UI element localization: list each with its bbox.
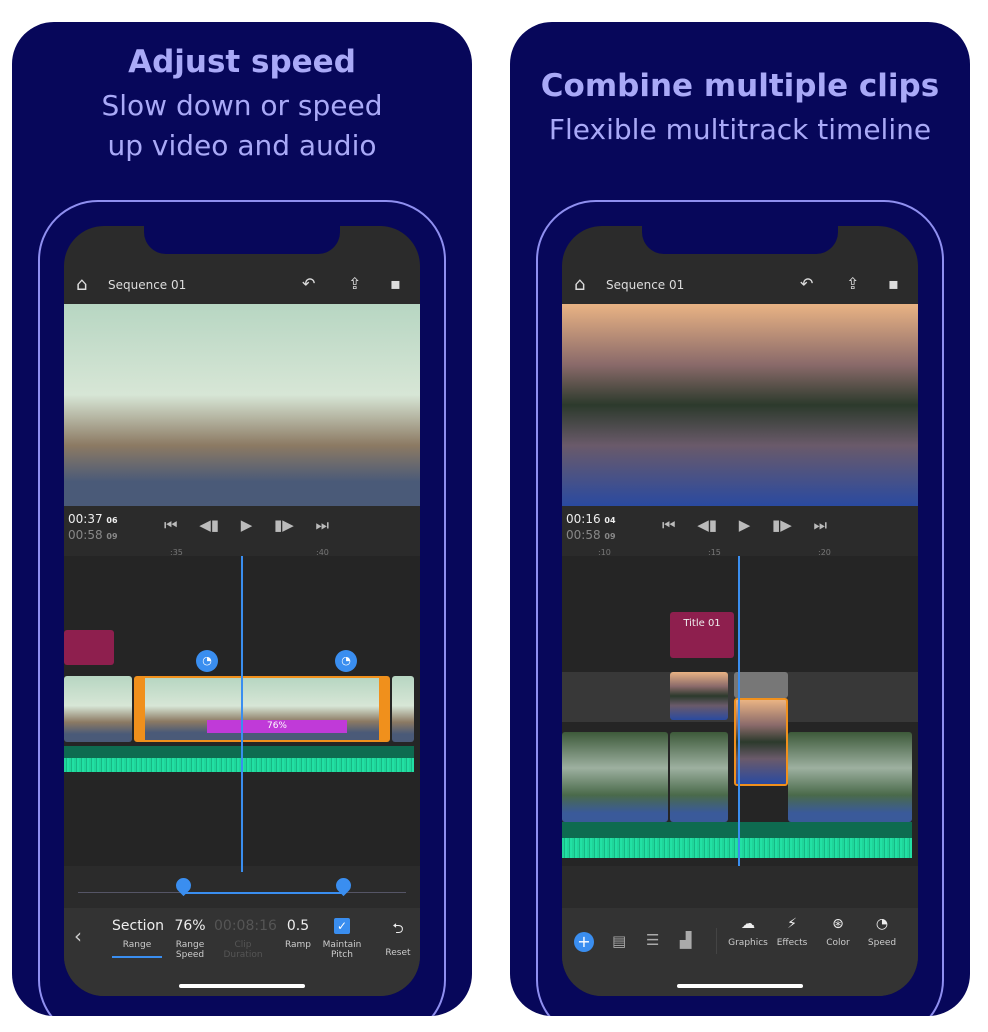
play-icon[interactable]: ▶ (739, 516, 751, 534)
current-time: 00:37 (68, 512, 103, 526)
color-button[interactable]: ⊛ Color (816, 916, 860, 948)
archive-icon[interactable]: ▤ (612, 932, 626, 950)
home-icon[interactable]: ⌂ (76, 274, 87, 295)
skip-end-icon[interactable]: ⏭ (813, 516, 827, 534)
reset-button[interactable]: ⮌ Reset (382, 918, 414, 958)
audio-track[interactable] (562, 822, 912, 858)
timeline[interactable]: Title 01 (562, 556, 918, 866)
sequence-name: Sequence 01 (108, 278, 187, 292)
current-frames: 04 (604, 516, 616, 525)
video-clip-ghost (734, 672, 788, 698)
edit-toolbar: + ▤ ☰ ▟ ☁ Graphics ⚡ Effects ⊛ Color ◔ Speed (562, 908, 918, 996)
back-icon[interactable]: ‹ (74, 924, 82, 948)
promo-subtitle: Flexible multitrack timeline (548, 113, 932, 146)
effects-icon: ⚡ (787, 916, 797, 932)
video-clip[interactable] (670, 672, 728, 720)
range-speed-button[interactable]: 76% Range Speed (168, 918, 212, 960)
promo-title: Adjust speed (128, 44, 356, 80)
video-clip[interactable] (562, 732, 668, 822)
step-forward-icon[interactable]: ▮▶ (274, 516, 294, 534)
speed-button[interactable]: ◔ Speed (860, 916, 904, 948)
comment-icon[interactable]: ▪ (390, 274, 401, 293)
promo-subtitle-1: Slow down or speed (101, 89, 383, 122)
total-time: 00:58 (68, 528, 103, 542)
reset-icon: ⮌ (392, 921, 404, 937)
effects-button[interactable]: ⚡ Effects (770, 916, 814, 948)
layers-icon[interactable]: ▟ (680, 931, 692, 949)
video-clip[interactable] (788, 732, 912, 822)
step-forward-icon[interactable]: ▮▶ (772, 516, 792, 534)
align-icon[interactable]: ☰ (646, 931, 659, 949)
undo-icon[interactable]: ↶ (800, 274, 813, 293)
video-clip[interactable] (670, 732, 728, 822)
audio-track[interactable] (64, 746, 414, 772)
app-header: ⌂ Sequence 01 ↶ ⇪ ▪ (562, 270, 918, 300)
current-frames: 06 (106, 516, 118, 525)
checkbox-checked-icon: ✓ (334, 918, 350, 934)
total-frames: 09 (106, 532, 118, 541)
skip-start-icon[interactable]: ⏮ (662, 516, 676, 534)
speed-icon: ◔ (875, 916, 889, 932)
range-button[interactable]: Section Range (112, 918, 164, 958)
timecode: 00:37 06 00:58 09 (68, 512, 118, 544)
timecode: 00:16 04 00:58 09 (566, 512, 616, 544)
speed-marker-icon[interactable]: ◔ (196, 650, 218, 672)
comment-icon[interactable]: ▪ (888, 274, 899, 293)
range-slider-selection (184, 892, 344, 894)
speed-marker-icon[interactable]: ◔ (335, 650, 357, 672)
ramp-button[interactable]: 0.5 Ramp (278, 918, 318, 950)
total-time: 00:58 (566, 528, 601, 542)
undo-icon[interactable]: ↶ (302, 274, 315, 293)
clip-duration-field: 00:08:16 Clip Duration (214, 918, 277, 960)
graphics-button[interactable]: ☁ Graphics (726, 916, 770, 948)
speed-range-bar[interactable]: 76% (207, 720, 347, 733)
video-preview[interactable] (64, 304, 420, 506)
current-time: 00:16 (566, 512, 601, 526)
selected-video-clip[interactable] (734, 698, 788, 786)
divider (716, 928, 717, 954)
playhead[interactable] (241, 556, 243, 872)
title-clip[interactable]: Title 01 (670, 612, 734, 658)
promo-title: Combine multiple clips (540, 68, 940, 104)
home-icon[interactable]: ⌂ (574, 274, 585, 295)
home-indicator (677, 984, 803, 988)
skip-end-icon[interactable]: ⏭ (315, 516, 329, 534)
video-preview[interactable] (562, 304, 918, 506)
speed-toolbar: ‹ Section Range 76% Range Speed 00:08:16 Cl… (64, 908, 420, 996)
promo-card-adjust-speed: Adjust speed Slow down or speed up video… (12, 22, 472, 1016)
phone-screen: ⌂ Sequence 01 ↶ ⇪ ▪ 00:37 06 00:58 09 ⏮ … (64, 226, 420, 996)
step-back-icon[interactable]: ◀▮ (199, 516, 219, 534)
sequence-name: Sequence 01 (606, 278, 685, 292)
phone-screen: ⌂ Sequence 01 ↶ ⇪ ▪ 00:16 04 00:58 09 ⏮ … (562, 226, 918, 996)
share-icon[interactable]: ⇪ (846, 274, 859, 293)
transport-controls: ⏮ ◀▮ ▶ ▮▶ ⏭ (164, 516, 329, 534)
add-media-button[interactable]: + (574, 932, 594, 952)
playhead[interactable] (738, 556, 740, 866)
video-clip[interactable] (64, 676, 132, 742)
selected-video-clip[interactable]: 76% (134, 676, 390, 742)
promo-subtitle-2: up video and audio (107, 129, 377, 162)
step-back-icon[interactable]: ◀▮ (697, 516, 717, 534)
app-header: ⌂ Sequence 01 ↶ ⇪ ▪ (64, 270, 420, 300)
maintain-pitch-checkbox[interactable]: ✓ Maintain Pitch (322, 918, 362, 960)
notch (144, 226, 340, 254)
share-icon[interactable]: ⇪ (348, 274, 361, 293)
spacer (562, 872, 918, 908)
video-clip[interactable] (392, 676, 414, 742)
skip-start-icon[interactable]: ⏮ (164, 516, 178, 534)
home-indicator (179, 984, 305, 988)
color-icon: ⊛ (832, 916, 844, 932)
notch (642, 226, 838, 254)
total-frames: 09 (604, 532, 616, 541)
play-icon[interactable]: ▶ (241, 516, 253, 534)
promo-card-multitrack: Combine multiple clips Flexible multitra… (510, 22, 970, 1016)
graphics-icon: ☁ (741, 916, 755, 932)
transport-controls: ⏮ ◀▮ ▶ ▮▶ ⏭ (662, 516, 827, 534)
title-clip[interactable] (64, 630, 114, 665)
